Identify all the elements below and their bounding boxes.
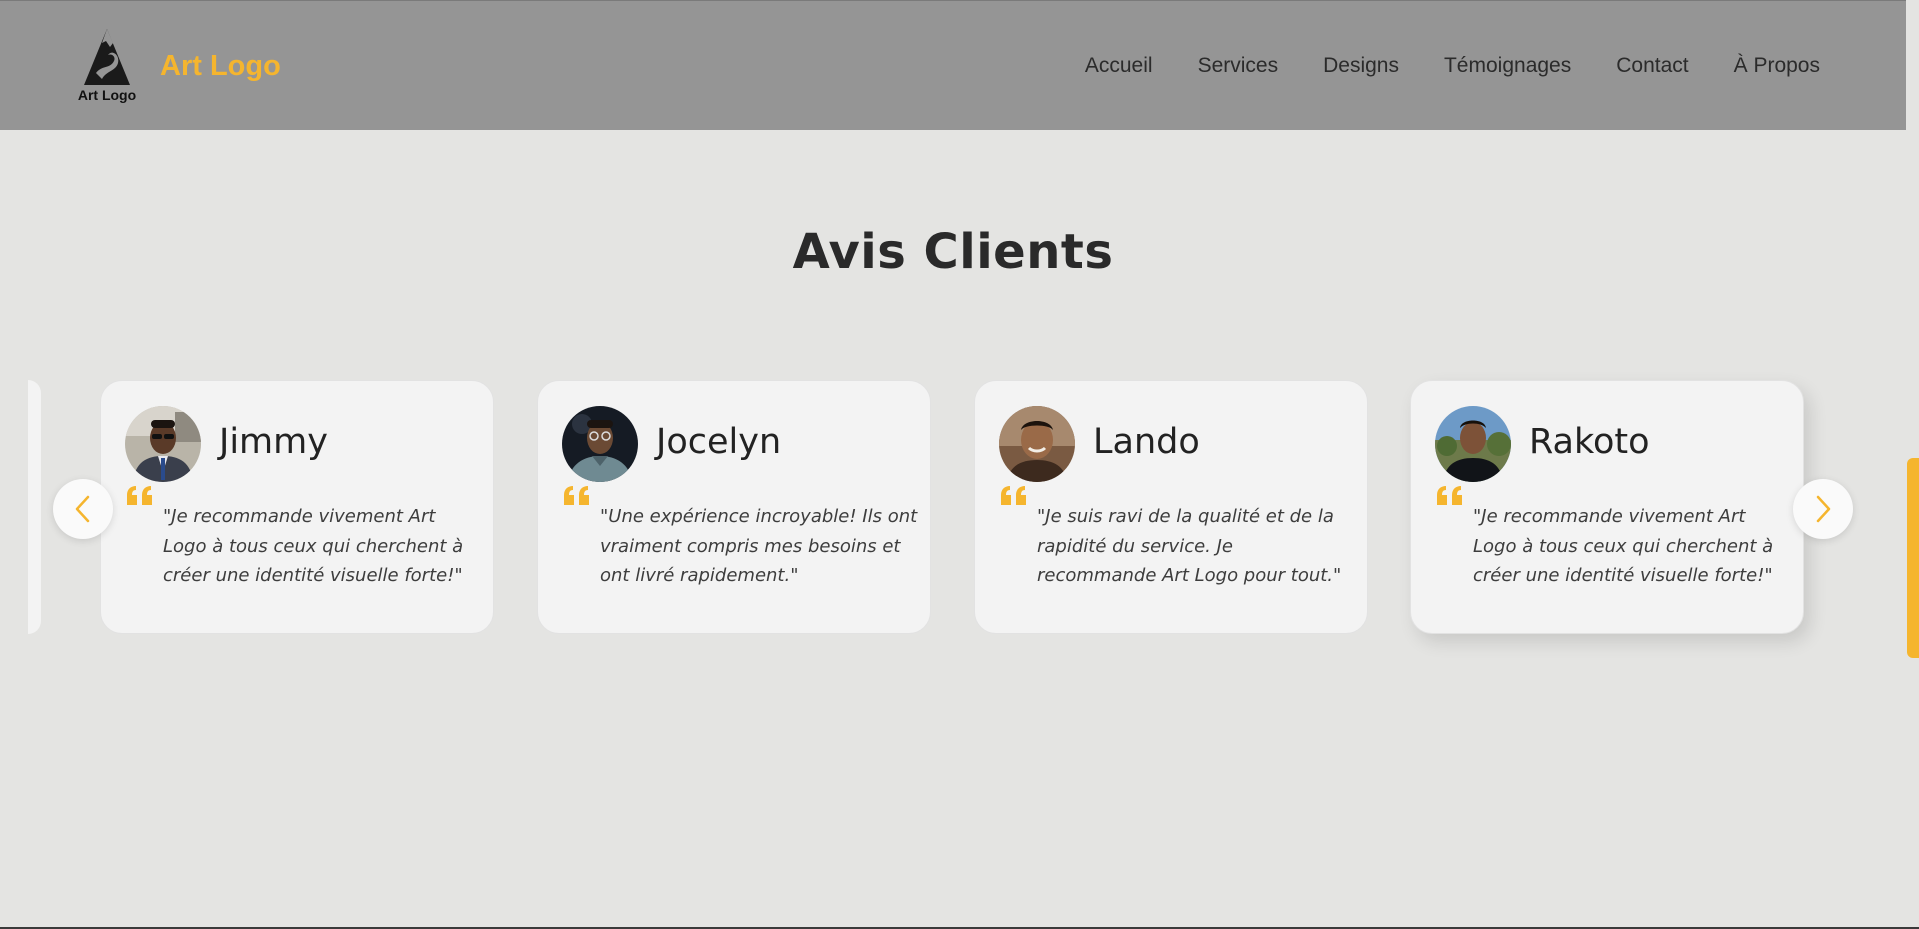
quote-icon (1001, 486, 1026, 505)
site-header: Art Logo Art Logo Accueil Services Desig… (0, 0, 1906, 130)
testimonial-name: Jimmy (219, 422, 328, 462)
page: Art Logo Art Logo Accueil Services Desig… (0, 0, 1919, 929)
quote-icon (127, 486, 152, 505)
prev-button[interactable] (53, 479, 113, 539)
peek-card (28, 380, 41, 634)
testimonial-quote: "Je suis ravi de la qualité et de la rap… (1037, 506, 1342, 586)
nav-item-temoignages[interactable]: Témoignages (1444, 53, 1571, 79)
testimonial-name: Lando (1093, 422, 1200, 462)
avatar (562, 406, 638, 482)
mountain-a-logo-icon (84, 29, 130, 85)
nav-item-a-propos[interactable]: À Propos (1734, 53, 1820, 79)
logo[interactable]: Art Logo (72, 25, 142, 105)
nav-item-contact[interactable]: Contact (1616, 53, 1688, 79)
logo-caption: Art Logo (77, 87, 137, 103)
nav-item-services[interactable]: Services (1198, 53, 1279, 79)
next-button[interactable] (1793, 479, 1853, 539)
testimonial-quote: "Je recommande vivement Art Logo à tous … (163, 506, 464, 586)
chevron-left-icon (75, 495, 90, 523)
section-title: Avis Clients (792, 224, 1114, 280)
testimonial-quote: "Une expérience incroyable! Ils ont vrai… (600, 506, 918, 586)
testimonial-card: Jimmy "Je recommande vivement Art Logo à… (100, 380, 494, 634)
chevron-right-icon (1816, 495, 1831, 523)
quote-icon (1437, 486, 1462, 505)
brand-name[interactable]: Art Logo (160, 49, 281, 83)
scrollbar[interactable] (1906, 0, 1919, 929)
nav-item-designs[interactable]: Designs (1323, 53, 1399, 79)
testimonial-carousel: Jimmy "Je recommande vivement Art Logo à… (0, 380, 1906, 636)
testimonial-name: Jocelyn (656, 422, 782, 462)
testimonial-name: Rakoto (1529, 422, 1650, 462)
scrollbar-thumb[interactable] (1907, 458, 1919, 658)
quote-icon (564, 486, 589, 505)
testimonial-card: Jocelyn "Une expérience incroyable! Ils … (537, 380, 931, 634)
avatar (1435, 406, 1511, 482)
testimonial-card: Rakoto "Je recommande vivement Art Logo … (1410, 380, 1804, 634)
avatar (999, 406, 1075, 482)
main-nav: Accueil Services Designs Témoignages Con… (1040, 53, 1820, 79)
testimonial-quote: "Je recommande vivement Art Logo à tous … (1473, 506, 1774, 586)
testimonial-card: Lando "Je suis ravi de la qualité et de … (974, 380, 1368, 634)
nav-item-accueil[interactable]: Accueil (1085, 53, 1153, 79)
avatar (125, 406, 201, 482)
